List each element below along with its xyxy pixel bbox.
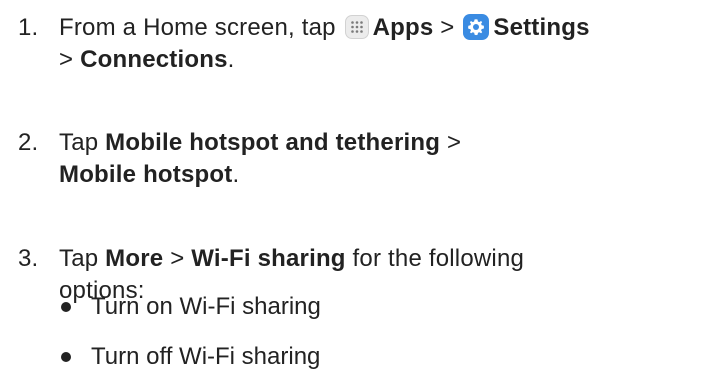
bullet-icon (61, 352, 71, 362)
list-item-text: Turn off Wi-Fi sharing (91, 343, 321, 370)
list-item-text: Turn on Wi-Fi sharing (91, 293, 321, 320)
list-item: Turn on Wi-Fi sharing (61, 291, 321, 323)
bullet-icon (61, 302, 71, 312)
option-list: Turn on Wi-Fi sharing Turn off Wi-Fi sha… (0, 0, 704, 371)
list-item: Turn off Wi-Fi sharing (61, 341, 321, 373)
instructions-document: 1. From a Home screen, tap Apps > Settin… (0, 0, 704, 371)
